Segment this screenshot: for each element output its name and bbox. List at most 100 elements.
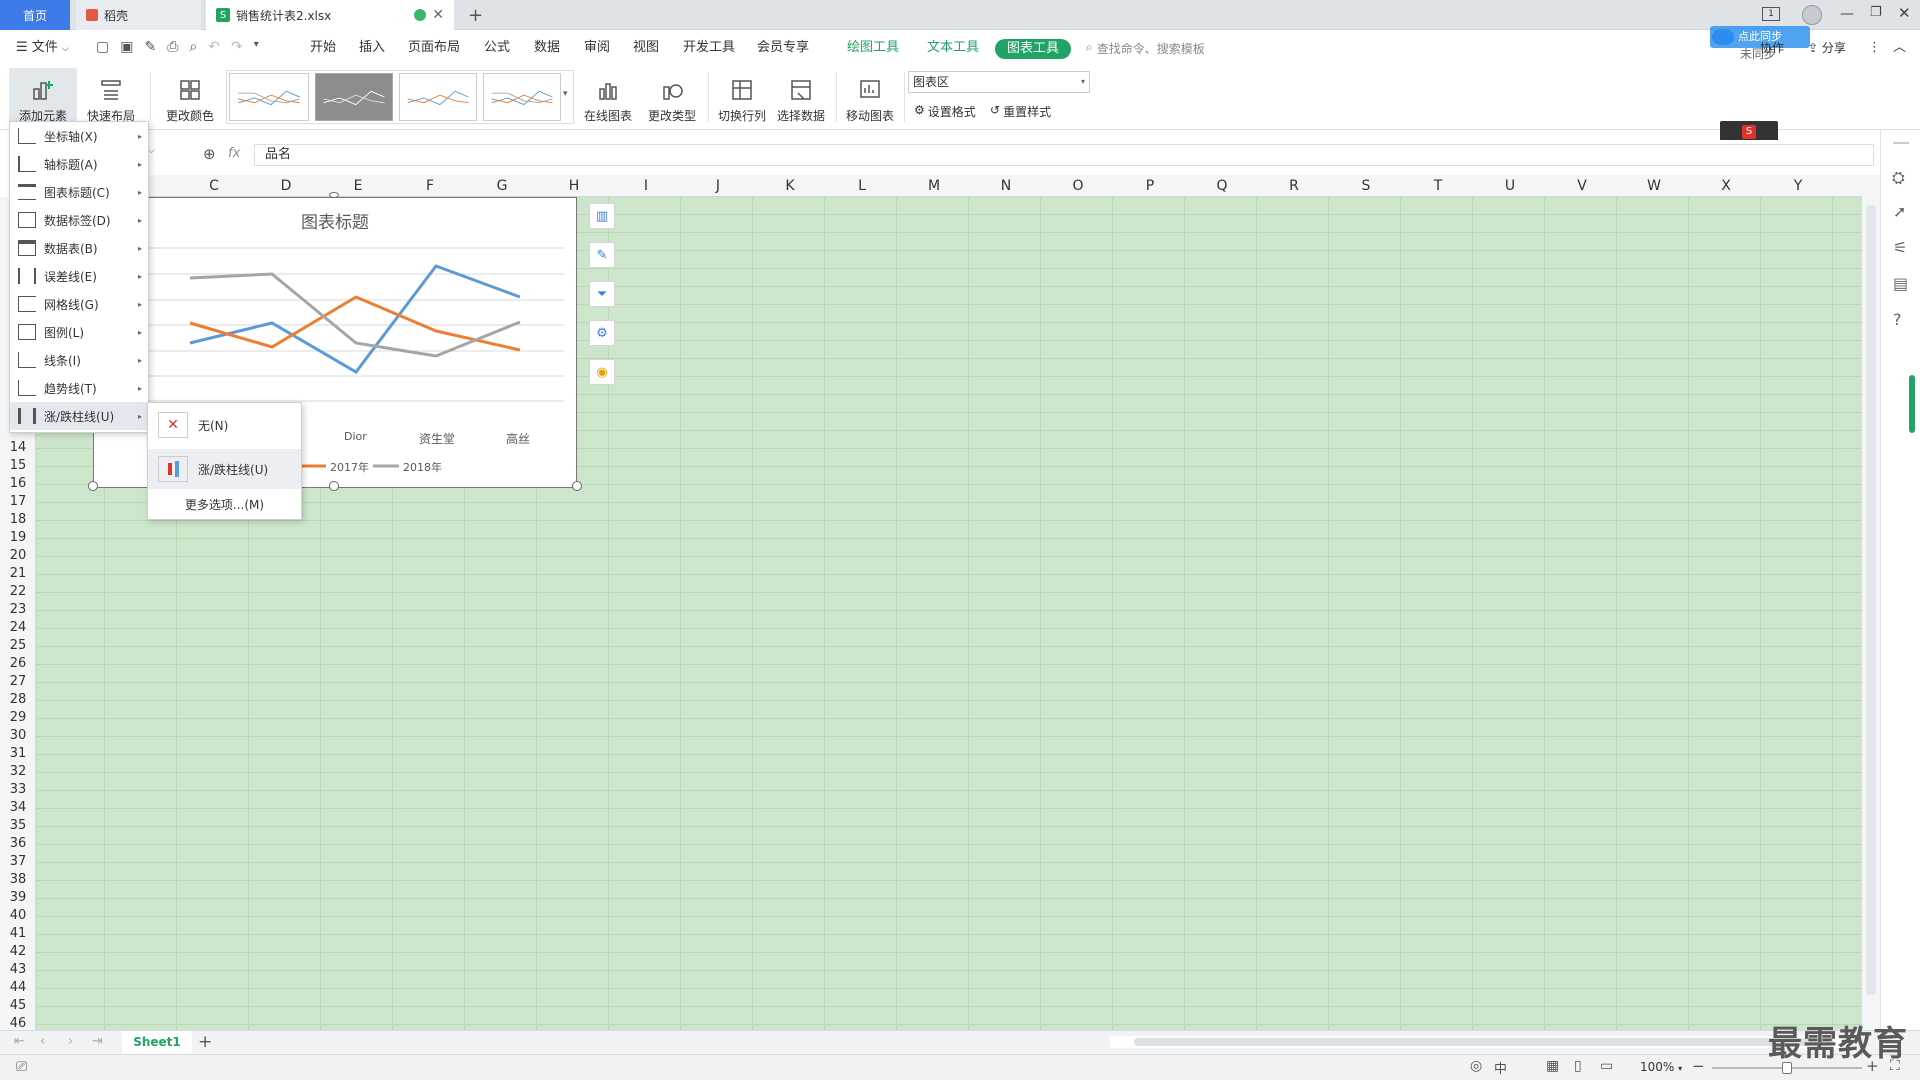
close-tab-icon[interactable]: ✕ [432, 7, 444, 23]
row-header-cell[interactable]: 25 [0, 637, 35, 655]
menu-item-page-layout[interactable]: 页面布局 [408, 30, 460, 66]
row-header-cell[interactable]: 27 [0, 673, 35, 691]
row-header-cell[interactable]: 16 [0, 475, 35, 493]
page-view-icon[interactable]: ▯ [1574, 1058, 1582, 1074]
chart-style-2[interactable] [315, 73, 393, 121]
chart-area-select[interactable]: 图表区 ▾ [908, 71, 1090, 93]
format-icon[interactable]: ▤ [1893, 274, 1908, 293]
fx-icon[interactable]: fx [228, 146, 240, 161]
series-line-gray[interactable] [189, 272, 521, 358]
column-header-cell[interactable]: F [394, 175, 466, 197]
tab-file[interactable]: S 销售统计表2.xlsx ✕ [206, 0, 454, 30]
sheet-nav-prev-icon[interactable]: ‹ [40, 1034, 45, 1049]
chart-settings-button[interactable]: ⚙ [589, 320, 615, 346]
collab-button[interactable]: 协作 [1760, 30, 1784, 66]
column-header-cell[interactable]: D [250, 175, 322, 197]
menu-item-member[interactable]: 会员专享 [757, 30, 809, 66]
menu-item-data-labels[interactable]: 数据标签(D) ▸ [10, 206, 148, 234]
submenu-item-updown[interactable]: 涨/跌柱线(U) [148, 449, 301, 489]
sheet-nav-next-icon[interactable]: › [68, 1034, 73, 1049]
sheet-nav-first-icon[interactable]: ⇤ [14, 1034, 25, 1049]
menu-item-gridlines[interactable]: 网格线(G) ▸ [10, 290, 148, 318]
row-header-cell[interactable]: 40 [0, 907, 35, 925]
vertical-scrollbar[interactable] [1862, 175, 1880, 1030]
customize-qat-icon[interactable]: ▾ [254, 39, 259, 55]
menu-item-chart-tools[interactable]: 图表工具 [995, 39, 1072, 59]
column-header-cell[interactable]: G [466, 175, 538, 197]
column-header-cell[interactable]: Q [1186, 175, 1258, 197]
page-break-view-icon[interactable]: ▭ [1600, 1058, 1613, 1074]
menu-item-start[interactable]: 开始 [310, 30, 336, 66]
reset-style-button[interactable]: ↺ 重置样式 [990, 103, 1051, 120]
column-header-cell[interactable]: W [1618, 175, 1690, 197]
submenu-item-more[interactable]: 更多选项...(M) [148, 493, 301, 517]
row-header-cell[interactable]: 36 [0, 835, 35, 853]
row-header-cell[interactable]: 20 [0, 547, 35, 565]
new-tab-button[interactable]: + [458, 0, 493, 30]
resize-handle[interactable] [88, 481, 98, 491]
legend-entry-2018[interactable]: 2018年 [403, 459, 442, 475]
row-header-cell[interactable]: 33 [0, 781, 35, 799]
menu-item-lines[interactable]: 线条(I) ▸ [10, 346, 148, 374]
menu-item-insert[interactable]: 插入 [359, 30, 385, 66]
formula-input[interactable]: 品名 [254, 144, 1874, 166]
legend-entry-2017[interactable]: 2017年 [330, 459, 369, 475]
series-line-blue[interactable] [189, 264, 521, 374]
row-header-cell[interactable]: 43 [0, 961, 35, 979]
row-header-cell[interactable]: 23 [0, 601, 35, 619]
row-header-cell[interactable]: 21 [0, 565, 35, 583]
format-painter-icon[interactable]: ✎ [144, 39, 156, 55]
column-header-cell[interactable]: K [754, 175, 826, 197]
tab-home[interactable]: 首页 [0, 0, 70, 30]
menu-item-data[interactable]: 数据 [534, 30, 560, 66]
menu-item-error-bars[interactable]: 误差线(E) ▸ [10, 262, 148, 290]
more-icon[interactable]: ⋮ [1868, 30, 1881, 66]
menu-item-legend[interactable]: 图例(L) ▸ [10, 318, 148, 346]
property-icon[interactable]: ⚟ [1893, 238, 1907, 257]
column-header-cell[interactable]: C [178, 175, 250, 197]
row-header-cell[interactable]: 31 [0, 745, 35, 763]
help-icon[interactable]: ? [1893, 310, 1902, 329]
select-pointer-icon[interactable]: ➚ [1893, 202, 1906, 221]
zoom-slider[interactable] [1712, 1062, 1862, 1074]
row-header-cell[interactable]: 41 [0, 925, 35, 943]
column-header-cell[interactable]: O [1042, 175, 1114, 197]
row-header-cell[interactable]: 17 [0, 493, 35, 511]
avatar[interactable] [1802, 5, 1822, 25]
ime-mode-icon[interactable]: 中 [1494, 1058, 1507, 1077]
chart-style-1[interactable] [229, 73, 309, 121]
column-header-cell[interactable]: R [1258, 175, 1330, 197]
print-icon[interactable]: ⎙ [167, 39, 178, 55]
zoom-out-icon[interactable]: − [1692, 1057, 1705, 1075]
menu-item-chart-title[interactable]: 图表标题(C) ▸ [10, 178, 148, 206]
menu-item-drawing-tools[interactable]: 绘图工具 [847, 30, 899, 66]
column-header-cell[interactable]: V [1546, 175, 1618, 197]
horizontal-scrollbar[interactable] [1110, 1036, 1850, 1048]
chart-style-button[interactable]: ✎ [589, 242, 615, 268]
eye-protection-icon[interactable]: ◎ [1470, 1058, 1482, 1074]
row-header-cell[interactable]: 37 [0, 853, 35, 871]
row-header-cell[interactable]: 32 [0, 763, 35, 781]
row-header-cell[interactable]: 14 [0, 439, 35, 457]
menu-item-view[interactable]: 视图 [633, 30, 659, 66]
minimize-icon[interactable]: — [1840, 6, 1854, 22]
row-header-cell[interactable]: 24 [0, 619, 35, 637]
column-header-cell[interactable]: H [538, 175, 610, 197]
chart-tips-button[interactable]: ◉ [589, 359, 615, 385]
window-count-icon[interactable]: 1 [1762, 7, 1780, 21]
switch-row-col-button[interactable]: 切换行列 [712, 68, 772, 124]
row-header-cell[interactable]: 46 [0, 1015, 35, 1030]
file-menu[interactable]: ☰ 文件 ⌵ [16, 30, 69, 66]
print-preview-icon[interactable]: ⌕ [189, 39, 197, 55]
menu-item-text-tools[interactable]: 文本工具 [927, 30, 979, 66]
redo-icon[interactable]: ↷ [231, 39, 243, 55]
panel-collapse-handle[interactable] [1909, 375, 1915, 433]
select-data-button[interactable]: 选择数据 [771, 68, 831, 124]
chart-elements-button[interactable]: ▥ [589, 203, 615, 229]
column-header-cell[interactable]: S [1330, 175, 1402, 197]
column-header-cell[interactable]: M [898, 175, 970, 197]
row-header-cell[interactable]: 42 [0, 943, 35, 961]
restore-icon[interactable]: ❐ [1870, 5, 1882, 20]
row-header-cell[interactable]: 30 [0, 727, 35, 745]
row-header-cell[interactable]: 39 [0, 889, 35, 907]
